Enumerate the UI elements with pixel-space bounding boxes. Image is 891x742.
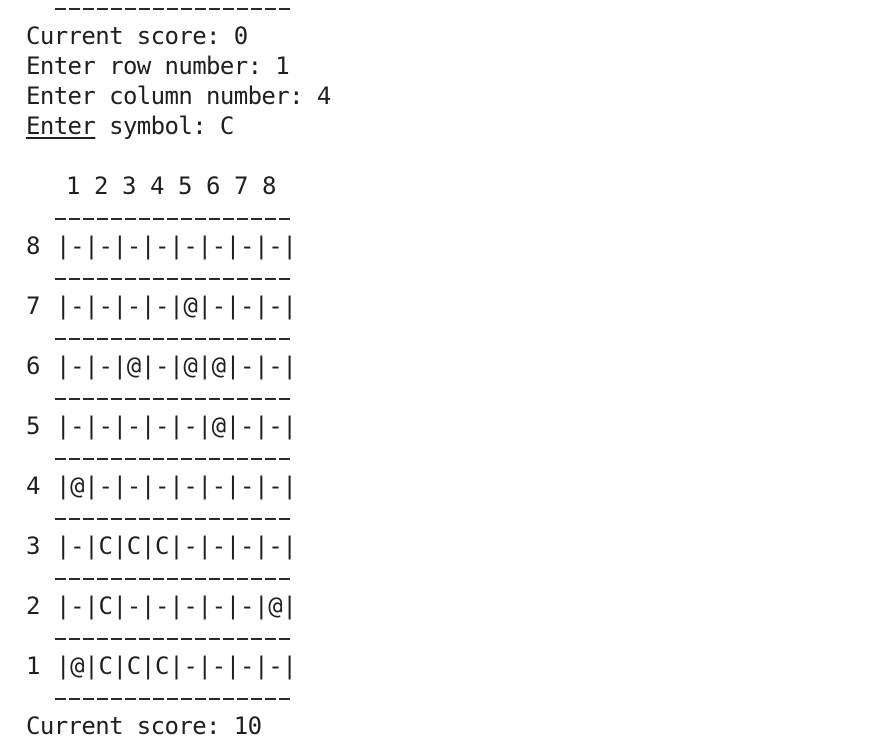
board-separator bbox=[26, 321, 886, 351]
column-label: 2 bbox=[94, 172, 109, 200]
row-cells: |@|-|-|-|-|-|-|-| bbox=[56, 472, 297, 500]
column-label: 7 bbox=[234, 172, 249, 200]
row-label: 1 bbox=[26, 652, 41, 680]
board-separator bbox=[26, 381, 886, 411]
board-separator bbox=[26, 681, 886, 711]
board-row: 5 |-|-|-|-|-|@|-|-| bbox=[26, 411, 886, 441]
symbol-prompt-text: symbol: C bbox=[95, 112, 234, 140]
row-label: 8 bbox=[26, 232, 41, 260]
row-label: 7 bbox=[26, 292, 41, 320]
column-label: 6 bbox=[206, 172, 221, 200]
row-cells: |-|-|-|-|-|@|-|-| bbox=[56, 412, 297, 440]
board-row: 6 |-|-|@|-|@|@|-|-| bbox=[26, 351, 886, 381]
symbol-prompt-keyword: Enter bbox=[26, 112, 96, 140]
row-cells: |-|C|C|C|-|-|-|-| bbox=[56, 532, 297, 560]
symbol-prompt: Enter symbol: C bbox=[26, 111, 886, 141]
row-label: 3 bbox=[26, 532, 41, 560]
row-cells: |@|C|C|C|-|-|-|-| bbox=[56, 652, 297, 680]
row-cells: |-|C|-|-|-|-|-|@| bbox=[56, 592, 297, 620]
row-label: 5 bbox=[26, 412, 41, 440]
board-row: 3 |-|C|C|C|-|-|-|-| bbox=[26, 531, 886, 561]
row-prompt: Enter row number: 1 bbox=[26, 52, 290, 80]
board-separator bbox=[26, 441, 886, 471]
board-row: 8 |-|-|-|-|-|-|-|-| bbox=[26, 231, 886, 261]
board-separator bbox=[26, 501, 886, 531]
board-separator bbox=[26, 561, 886, 591]
row-cells: |-|-|-|-|@|-|-|-| bbox=[56, 292, 297, 320]
board-separator bbox=[26, 621, 886, 651]
final-score-line: Current score: 10 bbox=[26, 712, 262, 740]
row-label: 2 bbox=[26, 592, 41, 620]
column-label: 8 bbox=[262, 172, 277, 200]
board-row: 1 |@|C|C|C|-|-|-|-| bbox=[26, 651, 886, 681]
board-row: 4 |@|-|-|-|-|-|-|-| bbox=[26, 471, 886, 501]
row-cells: |-|-|@|-|@|@|-|-| bbox=[56, 352, 297, 380]
score-line: Current score: 0 bbox=[26, 22, 248, 50]
board-separator bbox=[26, 201, 886, 231]
terminal-output: Current score: 0 Enter row number: 1 Ent… bbox=[26, 0, 886, 741]
column-label: 4 bbox=[150, 172, 165, 200]
board-row: 7 |-|-|-|-|@|-|-|-| bbox=[26, 291, 886, 321]
column-label: 5 bbox=[178, 172, 193, 200]
column-label: 1 bbox=[66, 172, 81, 200]
row-cells: |-|-|-|-|-|-|-|-| bbox=[56, 232, 297, 260]
board-separator bbox=[26, 261, 886, 291]
column-label: 3 bbox=[122, 172, 137, 200]
row-label: 4 bbox=[26, 472, 41, 500]
board-separator bbox=[26, 0, 886, 21]
column-prompt: Enter column number: 4 bbox=[26, 82, 331, 110]
column-header: 1 2 3 4 5 6 7 8 bbox=[26, 171, 886, 201]
board-row: 2 |-|C|-|-|-|-|-|@| bbox=[26, 591, 886, 621]
row-label: 6 bbox=[26, 352, 41, 380]
